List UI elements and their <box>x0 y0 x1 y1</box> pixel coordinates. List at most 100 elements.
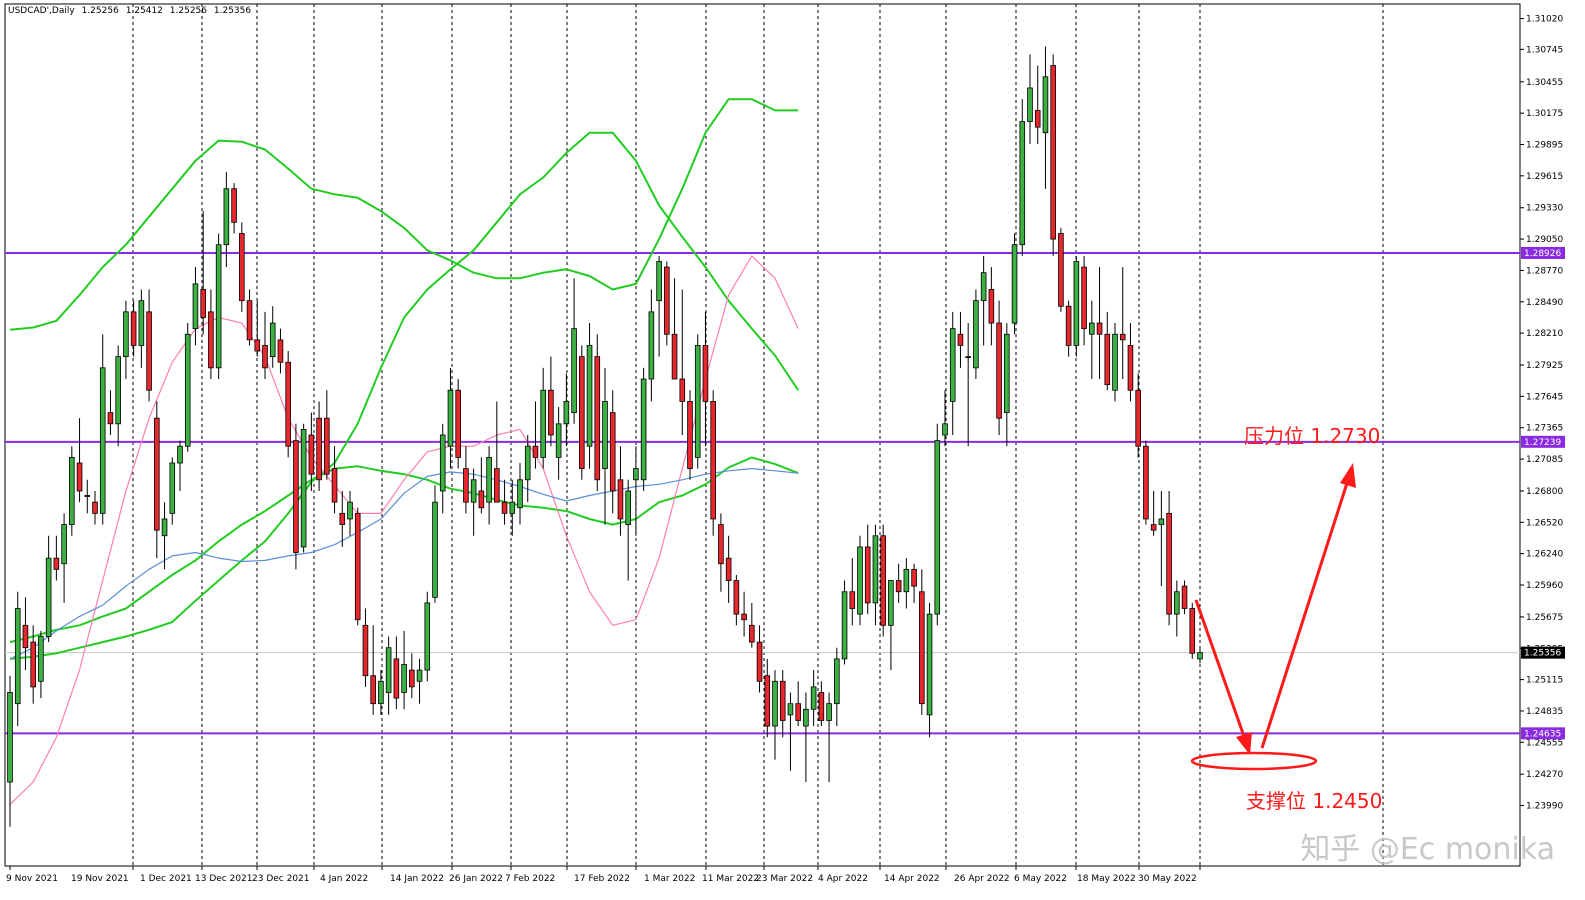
candle-body <box>478 490 485 509</box>
candle-body <box>965 356 971 359</box>
candle-body <box>1096 322 1103 335</box>
candle-body <box>818 692 825 721</box>
x-tick-label: 17 Feb 2022 <box>574 874 630 884</box>
candle <box>725 535 732 603</box>
candle <box>548 356 554 447</box>
level-tag-label: 1.24635 <box>1524 729 1561 739</box>
candle <box>494 401 500 503</box>
candle-body <box>571 328 577 414</box>
candle-body <box>625 490 631 525</box>
candle-body <box>633 468 639 481</box>
candle <box>1096 267 1103 380</box>
candle-body <box>857 546 863 615</box>
candle-body <box>586 345 593 447</box>
level-tag-label: 1.28926 <box>1524 249 1561 259</box>
candle <box>169 457 176 525</box>
candle <box>354 507 361 626</box>
candle <box>463 446 469 514</box>
candle <box>911 563 917 603</box>
x-tick-label: 23 Dec 2021 <box>252 874 310 884</box>
x-tick-label: 18 May 2022 <box>1077 874 1136 884</box>
candle-body <box>911 568 917 587</box>
candle-body <box>617 479 624 520</box>
x-tick-label: 26 Jan 2022 <box>449 874 503 884</box>
candle <box>7 675 13 827</box>
candle <box>53 535 60 581</box>
candle-body <box>555 423 562 458</box>
candle-body <box>416 669 423 682</box>
candle <box>1034 65 1041 144</box>
candle-body <box>656 261 662 302</box>
candle-body <box>671 333 678 380</box>
watermark: 知乎 @Ec monika <box>1300 832 1555 867</box>
y-tick-label: 1.27085 <box>1526 455 1563 465</box>
candle-body <box>980 272 987 302</box>
candle-body <box>115 356 121 425</box>
candle-body <box>733 580 740 615</box>
candle <box>470 468 477 536</box>
candle-body <box>84 495 91 497</box>
candle-body <box>370 675 376 705</box>
candle <box>772 670 778 760</box>
candle <box>942 390 948 447</box>
x-tick-label: 11 Mar 2022 <box>702 874 759 884</box>
candle <box>857 535 863 626</box>
candle-body <box>331 468 338 503</box>
y-tick-label: 1.30455 <box>1526 78 1563 88</box>
candle <box>741 591 747 637</box>
candle <box>254 300 261 357</box>
candle <box>455 379 461 469</box>
candle-body <box>988 289 995 324</box>
candle <box>1081 255 1087 346</box>
candle-body <box>1011 244 1018 324</box>
candle-body <box>949 328 956 402</box>
candle-body <box>53 557 60 570</box>
candle <box>378 670 384 715</box>
candle <box>540 367 546 469</box>
candle-body <box>826 703 832 721</box>
candle-body <box>540 389 546 458</box>
candle <box>1174 580 1180 637</box>
candle-body <box>354 512 361 621</box>
candle <box>22 597 29 671</box>
candle <box>69 446 75 536</box>
candle-body <box>200 289 206 318</box>
candle-body <box>1042 76 1049 134</box>
candle <box>208 289 214 380</box>
candle-body <box>1181 585 1188 609</box>
candle-body <box>123 311 129 358</box>
candle <box>895 563 902 603</box>
candle-body <box>184 333 191 447</box>
candle-body <box>548 389 554 436</box>
candle-body <box>146 311 152 391</box>
candle-body <box>942 423 948 436</box>
candle-body <box>710 401 716 520</box>
candle-body <box>702 345 709 402</box>
candle-body <box>486 456 492 503</box>
annotation-overlay <box>1190 463 1356 771</box>
candle <box>710 390 716 536</box>
candle-body <box>803 708 809 727</box>
x-tick-label: 1 Dec 2021 <box>140 874 192 884</box>
y-tick-label: 1.29330 <box>1526 204 1563 214</box>
candle <box>138 289 145 368</box>
y-tick-label: 1.28210 <box>1526 329 1563 339</box>
horizontal-levels <box>5 251 1520 735</box>
y-tick-label: 1.24270 <box>1526 770 1563 780</box>
candle-body <box>393 658 400 699</box>
candle <box>965 323 971 447</box>
candle-body <box>602 401 608 469</box>
candle-body <box>841 591 848 660</box>
candle <box>14 591 21 727</box>
x-tick-label: 13 Dec 2021 <box>195 874 253 884</box>
candle-body <box>76 462 83 492</box>
candle-body <box>524 445 531 481</box>
candle-body <box>1143 445 1149 520</box>
candle-body <box>7 692 13 783</box>
candle <box>146 289 152 402</box>
candle <box>810 670 817 727</box>
candle-body <box>1073 261 1080 346</box>
candle-body <box>895 580 902 593</box>
candle <box>795 681 801 727</box>
candle-body <box>501 501 508 514</box>
